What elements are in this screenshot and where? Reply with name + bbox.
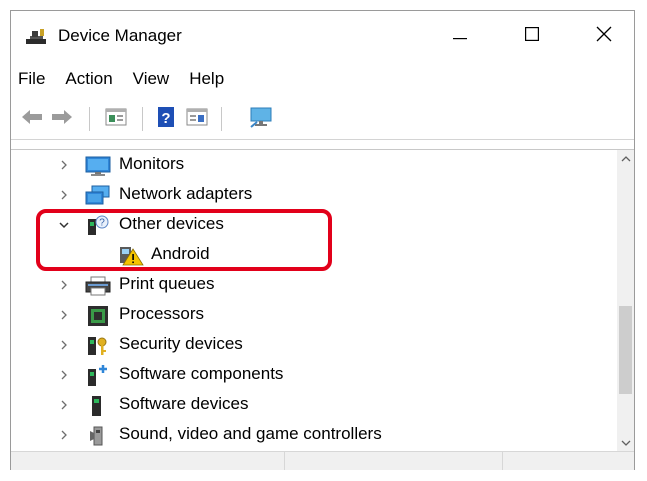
window-title: Device Manager	[58, 26, 182, 45]
show-hide-console-tree-button[interactable]	[184, 107, 210, 131]
security-key-icon	[85, 335, 111, 357]
tree-item-security-devices[interactable]: Security devices	[11, 330, 611, 360]
toolbar-separator	[142, 107, 143, 131]
tree-item-label: Print queues	[119, 274, 215, 293]
software-device-icon	[85, 395, 111, 417]
tree-item-label: Network adapters	[119, 184, 253, 203]
maximize-button[interactable]	[501, 11, 563, 61]
minimize-button[interactable]	[429, 11, 491, 61]
properties-button[interactable]	[103, 107, 129, 131]
vertical-scrollbar[interactable]	[617, 150, 634, 451]
forward-arrow-icon	[50, 108, 74, 131]
maximize-icon	[525, 26, 540, 46]
tree-item-software-devices[interactable]: Software devices	[11, 390, 611, 420]
tree-item-network-adapters[interactable]: Network adapters	[11, 180, 611, 210]
monitor-icon	[85, 155, 111, 177]
chevron-down-icon	[621, 434, 631, 452]
help-icon: ?	[156, 106, 176, 133]
chevron-right-icon[interactable]	[59, 157, 71, 173]
printer-icon	[85, 275, 111, 297]
menu-view[interactable]: View	[123, 63, 180, 95]
menu-bar: File Action View Help	[11, 63, 234, 95]
properties-icon	[105, 107, 127, 132]
speaker-icon	[85, 425, 111, 447]
chevron-up-icon	[621, 150, 631, 168]
chevron-right-icon[interactable]	[59, 187, 71, 203]
scan-hardware-button[interactable]	[247, 107, 275, 131]
software-component-icon	[85, 365, 111, 387]
device-manager-icon	[25, 27, 47, 45]
menu-action[interactable]: Action	[55, 63, 122, 95]
tree-item-monitors[interactable]: Monitors	[11, 150, 611, 180]
chevron-right-icon[interactable]	[59, 307, 71, 323]
scroll-up-button[interactable]	[617, 150, 634, 167]
tree-item-label: Processors	[119, 304, 205, 323]
title-bar[interactable]: Device Manager	[11, 11, 634, 61]
tree-item-label: Software components	[119, 364, 284, 383]
chevron-right-icon[interactable]	[59, 397, 71, 413]
svg-text:?: ?	[161, 110, 170, 127]
highlight-box	[36, 209, 332, 271]
chevron-right-icon[interactable]	[59, 337, 71, 353]
tree-item-label: Monitors	[119, 154, 185, 173]
back-button[interactable]	[19, 107, 45, 131]
toolbar-separator	[221, 107, 222, 131]
status-segment	[285, 452, 503, 470]
scrollbar-thumb[interactable]	[619, 306, 632, 394]
back-arrow-icon	[20, 108, 44, 131]
tree-item-sound-video-game-controllers[interactable]: Sound, video and game controllers	[11, 420, 611, 450]
status-segment	[11, 452, 285, 470]
menu-help[interactable]: Help	[179, 63, 234, 95]
chevron-right-icon[interactable]	[59, 427, 71, 443]
device-manager-window: Device Manager File Action View Help ? M…	[10, 10, 635, 470]
tree-item-software-components[interactable]: Software components	[11, 360, 611, 390]
tree-item-label: Software devices	[119, 394, 249, 413]
status-bar	[11, 451, 634, 470]
processor-icon	[85, 305, 111, 327]
scroll-down-button[interactable]	[617, 434, 634, 451]
toolbar: ?	[11, 98, 634, 140]
scan-for-hardware-changes-icon	[247, 106, 275, 133]
tree-item-label: Sound, video and game controllers	[119, 424, 382, 443]
tree-item-processors[interactable]: Processors	[11, 300, 611, 330]
help-button[interactable]: ?	[154, 106, 178, 133]
forward-button[interactable]	[49, 107, 75, 131]
tree-item-print-queues[interactable]: Print queues	[11, 270, 611, 300]
device-tree[interactable]: Monitors Network adapters ? Other device…	[11, 149, 634, 451]
minimize-icon	[453, 27, 467, 45]
chevron-right-icon[interactable]	[59, 367, 71, 383]
close-icon	[596, 26, 612, 47]
close-button[interactable]	[573, 11, 635, 61]
toolbar-separator	[89, 107, 90, 131]
menu-file[interactable]: File	[11, 63, 55, 95]
network-adapter-icon	[85, 185, 111, 207]
show-hide-console-tree-icon	[186, 107, 208, 132]
tree-item-label: Security devices	[119, 334, 243, 353]
chevron-right-icon[interactable]	[59, 277, 71, 293]
